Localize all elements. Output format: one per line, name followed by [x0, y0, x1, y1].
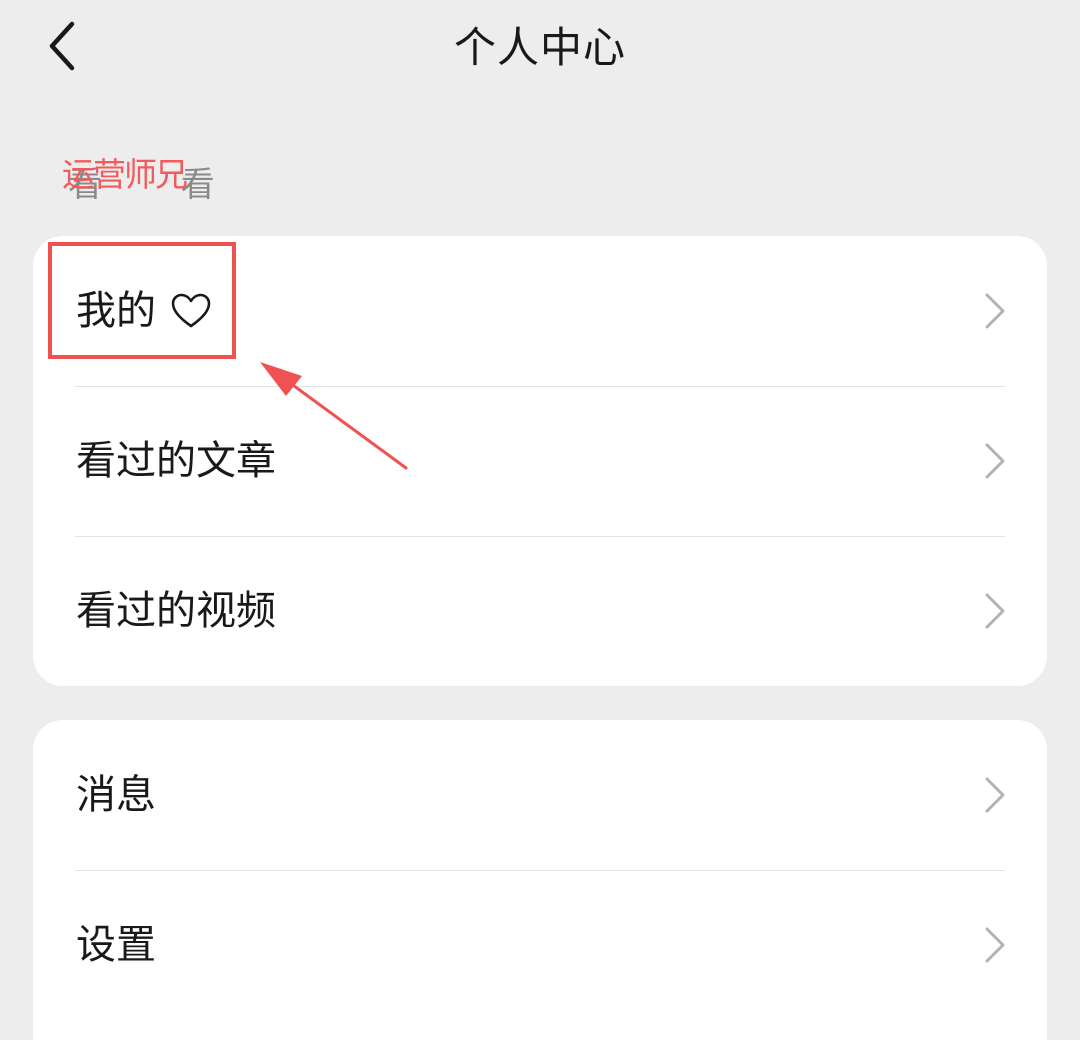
- chevron-right-icon: [985, 593, 1005, 629]
- chevron-right-icon: [985, 443, 1005, 479]
- menu-item-viewed-articles[interactable]: 看过的文章: [33, 386, 1047, 536]
- menu-item-label: 看过的视频: [76, 588, 276, 634]
- chevron-right-icon: [985, 293, 1005, 329]
- menu-item-label: 看过的文章: [76, 438, 276, 484]
- menu-item-settings[interactable]: 设置: [33, 870, 1047, 1020]
- menu-item-label: 消息: [76, 772, 156, 818]
- brand-watermark: 运营师兄: [62, 155, 188, 194]
- menu-item-messages[interactable]: 消息: [33, 720, 1047, 870]
- chevron-right-icon: [985, 777, 1005, 813]
- annotation-arrow-icon: [260, 362, 408, 470]
- menu-card-secondary: 消息 设置: [33, 720, 1047, 1040]
- annotation-highlight-box: [48, 242, 236, 359]
- chevron-right-icon: [985, 927, 1005, 963]
- top-bar: 个人中心: [0, 0, 1080, 96]
- page-title: 个人中心: [453, 23, 626, 72]
- menu-item-label: 设置: [76, 922, 156, 968]
- menu-item-viewed-videos[interactable]: 看过的视频: [33, 536, 1047, 686]
